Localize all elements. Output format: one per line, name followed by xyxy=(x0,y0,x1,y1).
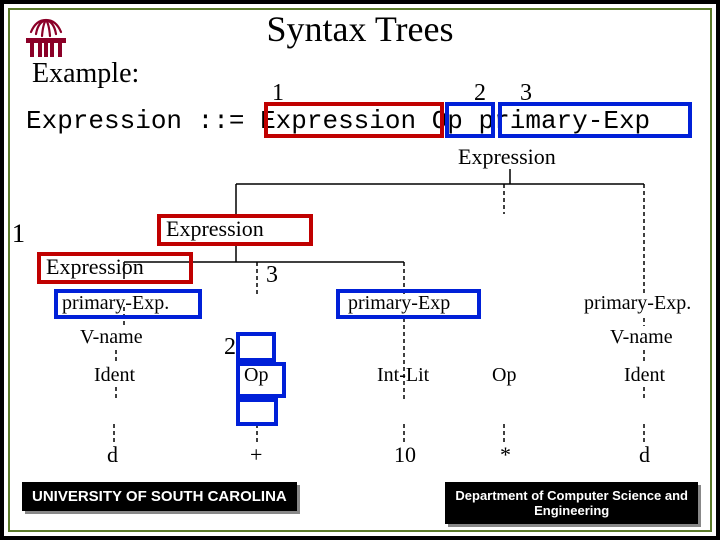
leaf-d2: d xyxy=(639,442,650,468)
footer-dept-l2: Engineering xyxy=(534,503,609,518)
tree-primR: primary-Exp. xyxy=(584,292,691,315)
tree-primL: primary-Exp. xyxy=(62,292,169,315)
example-label: Example: xyxy=(32,58,139,90)
leaf-10: 10 xyxy=(394,442,416,468)
grammar-rhs1-box xyxy=(264,102,444,138)
leaf-d1: d xyxy=(107,442,118,468)
tree-identR: Ident xyxy=(624,364,665,387)
tree-l3-expr: Expression xyxy=(46,254,144,280)
tree-side-1: 1 xyxy=(12,219,25,249)
leaf-star: * xyxy=(500,442,511,468)
slide: Syntax Trees Example: 1 2 3 Expression :… xyxy=(0,0,720,540)
tree-vnameL: V-name xyxy=(80,326,143,349)
footer-department: Department of Computer Science and Engin… xyxy=(445,482,698,524)
footer-university: UNIVERSITY OF SOUTH CAROLINA xyxy=(22,482,297,511)
grammar-lhs: Expression xyxy=(26,106,182,136)
tree-num2-box xyxy=(236,332,276,362)
slide-title: Syntax Trees xyxy=(4,8,716,50)
leaf-plus: + xyxy=(250,442,262,468)
grammar-rhs3-box xyxy=(498,102,692,138)
tree-primM: primary-Exp xyxy=(348,292,450,315)
grammar-rhs2-box xyxy=(445,102,495,138)
tree-intlit: Int-Lit xyxy=(377,364,429,387)
tree-root: Expression xyxy=(458,144,556,170)
tree-opL-box2 xyxy=(236,398,278,426)
tree-l2-expr: Expression xyxy=(166,216,264,242)
tree-vnameR: V-name xyxy=(610,326,673,349)
tree-identL: Ident xyxy=(94,364,135,387)
tree-opR: Op xyxy=(492,364,516,387)
tree-num2: 2 xyxy=(224,334,236,361)
grammar-derives: ::= xyxy=(198,106,245,136)
tree-opL: Op xyxy=(244,364,268,387)
footer-dept-l1: Department of Computer Science and xyxy=(455,488,688,503)
tree-l3-num: 3 xyxy=(266,262,278,289)
